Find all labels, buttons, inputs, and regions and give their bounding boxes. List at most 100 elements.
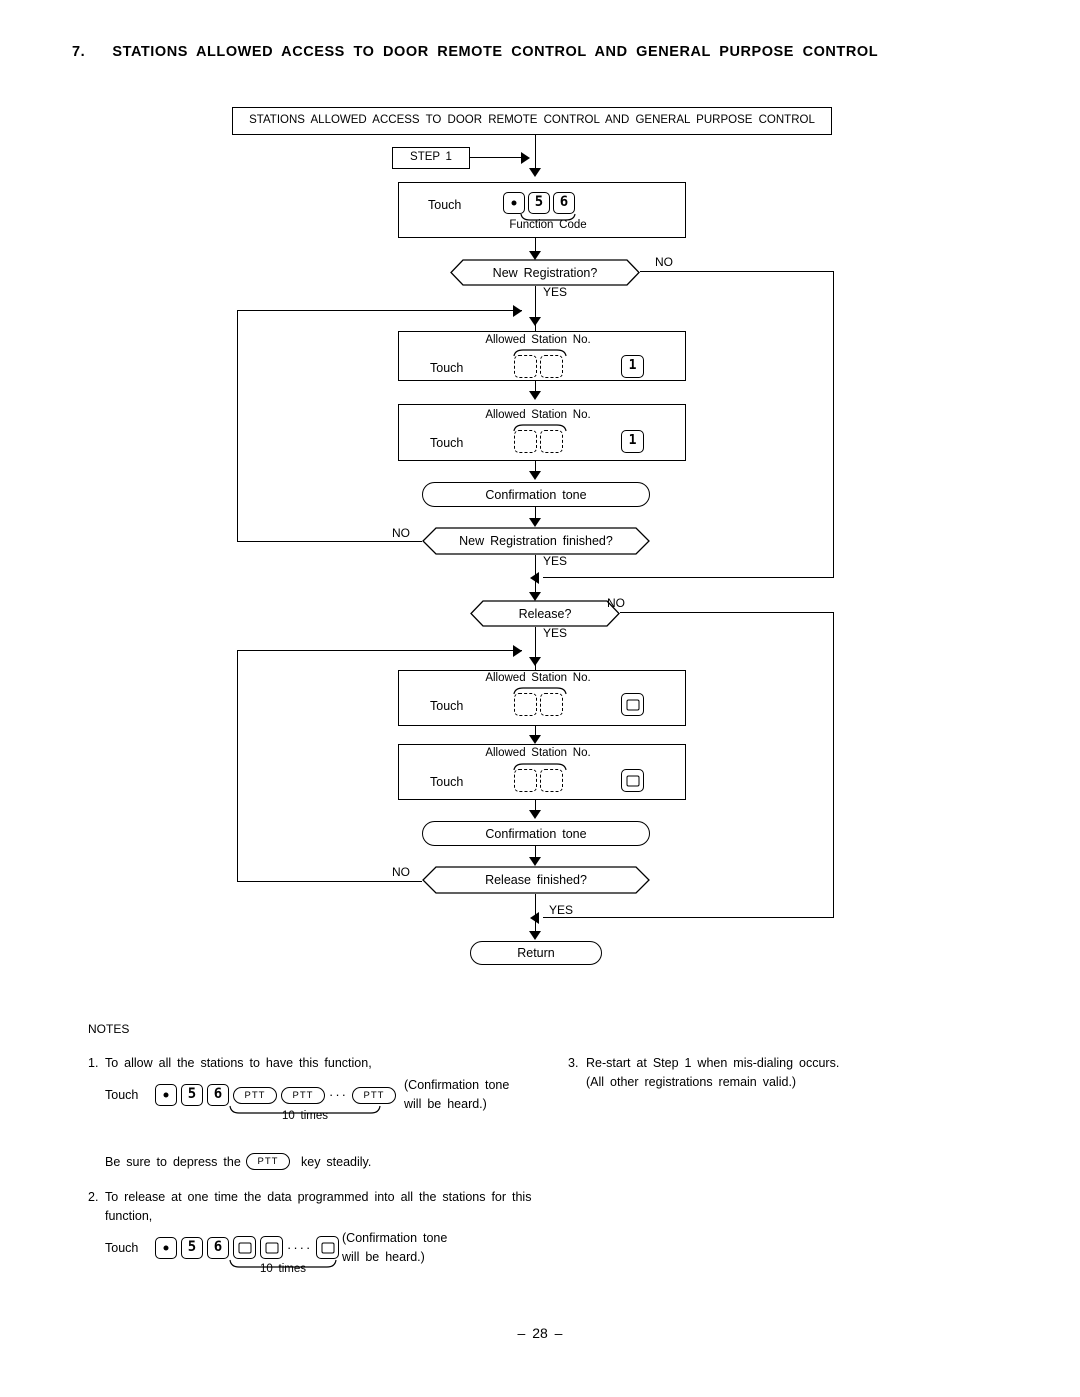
step-1-label: STEP 1 xyxy=(410,151,452,163)
return-terminator: Return xyxy=(470,941,602,965)
station-digit-2-key[interactable] xyxy=(540,693,563,716)
decision-release-label: Release? xyxy=(518,606,572,621)
note-2-number: 2. xyxy=(88,1190,99,1204)
note-2-touch-label: Touch xyxy=(105,1241,139,1255)
confirmation-tone-1-label: Confirmation tone xyxy=(485,487,587,502)
note-1-brace-caption: 10 times xyxy=(282,1110,328,1122)
station-digit-1-key[interactable] xyxy=(514,430,537,453)
line-d1-no-down xyxy=(833,271,835,578)
line-d3-no-down xyxy=(833,612,835,918)
line-d1-yes-down xyxy=(535,286,537,317)
arrow-sb1-to-sb2 xyxy=(529,391,541,400)
page-number: – 28 – xyxy=(517,1325,563,1341)
line-d3-no-right xyxy=(620,612,834,614)
station-box-3-touch: Touch xyxy=(430,699,464,713)
arrow-loop1-right xyxy=(513,305,522,317)
line-loop2-top xyxy=(237,650,522,652)
note-3-number: 3. xyxy=(568,1056,579,1070)
note-2-text-line-1: To release at one time the data programm… xyxy=(105,1190,532,1204)
5-key[interactable]: 5 xyxy=(181,1236,203,1259)
section-title-text: STATIONS ALLOWED ACCESS TO DOOR REMOTE C… xyxy=(112,44,879,60)
note-1-result-line-2: will be heard.) xyxy=(404,1097,487,1111)
line-d1-no-right xyxy=(640,271,834,273)
note-3-text-line-1: Re-start at Step 1 when mis-dialing occu… xyxy=(586,1056,840,1070)
note-1-number: 1. xyxy=(88,1056,99,1070)
ptt-key[interactable]: PTT xyxy=(246,1153,290,1170)
flowchart-header-label: STATIONS ALLOWED ACCESS TO DOOR REMOTE C… xyxy=(249,114,815,126)
1-key[interactable] xyxy=(621,355,644,378)
line-d3-yes-down xyxy=(535,627,537,657)
station-digit-2-key[interactable] xyxy=(540,769,563,792)
note-1-extra-key-wrap: PTT xyxy=(246,1153,290,1170)
arrow-into-return xyxy=(529,931,541,940)
dot-key[interactable] xyxy=(155,1236,177,1259)
station-digit-2-key[interactable] xyxy=(540,430,563,453)
note-1-extra-prefix: Be sure to depress the xyxy=(105,1155,241,1169)
0-key[interactable] xyxy=(260,1236,283,1259)
note-1-key-sequence: 5 6 PTT PTT ··· PTT xyxy=(155,1084,396,1106)
arrow-tone2-to-d4 xyxy=(529,857,541,866)
confirmation-tone-1: Confirmation tone xyxy=(422,482,650,507)
note-2-text-line-2: function, xyxy=(105,1209,153,1223)
decision-new-registration-finished-label: New Registration finished? xyxy=(459,534,613,548)
line-d1-no-back xyxy=(543,577,834,579)
line-step-to-trunk xyxy=(470,157,523,159)
arrow-sb4-to-tone2 xyxy=(529,810,541,819)
0-key[interactable] xyxy=(621,693,644,716)
decision-new-registration: New Registration? xyxy=(450,259,640,286)
6-key[interactable]: 6 xyxy=(207,1084,229,1106)
arrow-sb3-to-sb4 xyxy=(529,735,541,744)
station-box-3-caption: Allowed Station No. xyxy=(485,672,591,684)
station-digit-1-key[interactable] xyxy=(514,693,537,716)
line-d4-yes-down xyxy=(535,894,537,935)
0-key[interactable] xyxy=(233,1236,256,1259)
decision-release-finished-label: Release finished? xyxy=(485,873,587,887)
d1-no-label: NO xyxy=(655,255,673,269)
line-loop1-top xyxy=(237,310,522,312)
confirmation-tone-2: Confirmation tone xyxy=(422,821,650,846)
station-box-4-trailing xyxy=(621,769,644,792)
dot-key[interactable] xyxy=(155,1084,177,1106)
dot-key[interactable] xyxy=(503,192,525,214)
function-code-caption: Function Code xyxy=(509,219,587,231)
station-digit-1-key[interactable] xyxy=(514,769,537,792)
ptt-key[interactable]: PTT xyxy=(352,1086,396,1104)
line-loop2-bottom xyxy=(237,881,422,883)
ellipsis-dots: ···· xyxy=(287,1239,313,1255)
decision-new-registration-finished: New Registration finished? xyxy=(422,527,650,555)
station-box-1-blank-keys xyxy=(514,355,563,378)
line-loop1-left xyxy=(237,310,239,542)
notes-heading: NOTES xyxy=(88,1022,130,1036)
note-1-extra-suffix: key steadily. xyxy=(301,1155,372,1169)
6-key[interactable]: 6 xyxy=(207,1236,229,1259)
d4-yes-label: YES xyxy=(549,903,574,917)
decision-release: Release? xyxy=(470,600,620,627)
ellipsis-dots: ··· xyxy=(329,1087,348,1102)
6-key[interactable]: 6 xyxy=(553,192,575,214)
arrow-step-to-trunk xyxy=(521,152,530,164)
5-key[interactable]: 5 xyxy=(528,192,550,214)
station-box-4-blank-keys xyxy=(514,769,563,792)
station-box-2-touch: Touch xyxy=(430,436,464,450)
arrow-loop2-right xyxy=(513,645,522,657)
line-step-to-function xyxy=(535,158,537,172)
line-loop2-left xyxy=(237,650,239,882)
d4-no-label: NO xyxy=(392,865,410,879)
d2-no-label: NO xyxy=(392,526,410,540)
station-digit-2-key[interactable] xyxy=(540,355,563,378)
station-digit-1-key[interactable] xyxy=(514,355,537,378)
note-2-result-line-2: will be heard.) xyxy=(342,1250,425,1264)
note-1-text: To allow all the stations to have this f… xyxy=(105,1056,372,1070)
ptt-key[interactable]: PTT xyxy=(233,1086,277,1104)
5-key[interactable]: 5 xyxy=(181,1084,203,1106)
page-title: 7. STATIONS ALLOWED ACCESS TO DOOR REMOT… xyxy=(72,44,972,60)
station-box-1-touch: Touch xyxy=(430,361,464,375)
0-key[interactable] xyxy=(621,769,644,792)
note-2-result-line-1: (Confirmation tone xyxy=(342,1231,448,1245)
1-key[interactable] xyxy=(621,430,644,453)
station-box-1-trailing xyxy=(621,355,644,378)
section-number: 7. xyxy=(72,44,86,60)
arrow-tone1-to-d2 xyxy=(529,518,541,527)
0-key[interactable] xyxy=(316,1236,340,1259)
ptt-key[interactable]: PTT xyxy=(281,1086,325,1104)
